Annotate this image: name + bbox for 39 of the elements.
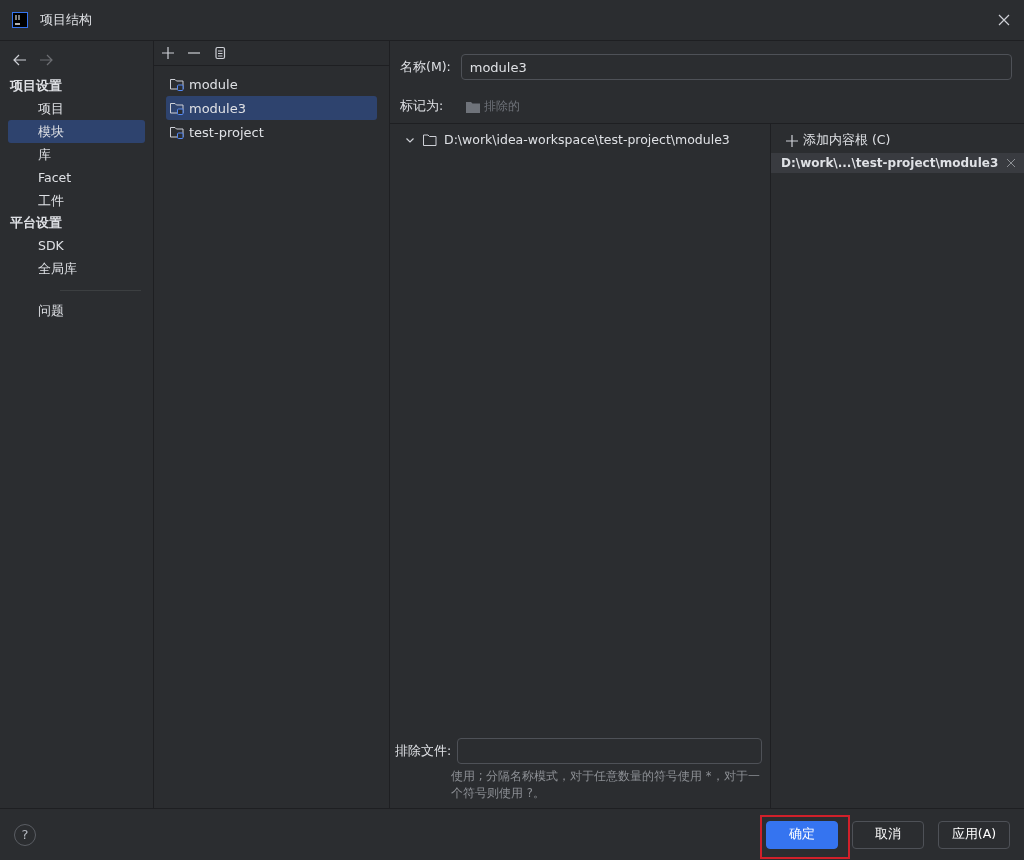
sidebar-item[interactable]: 问题 — [8, 299, 145, 322]
dialog-button[interactable]: 取消 — [852, 820, 924, 849]
dialog-button[interactable]: 应用(A) — [938, 820, 1010, 849]
content-root-row[interactable]: D:\work\...\test-project\module3 — [771, 153, 1024, 173]
ok-button[interactable]: 确定 — [766, 820, 838, 849]
sidebar-item[interactable]: 全局库 — [8, 257, 145, 280]
window-title: 项目结构 — [40, 11, 92, 29]
exclude-field[interactable] — [457, 738, 762, 764]
copy-icon[interactable] — [212, 45, 228, 61]
add-icon[interactable] — [160, 45, 176, 61]
add-content-root-button[interactable]: 添加内容根 (C) — [771, 124, 1024, 153]
section-title: 项目设置 — [9, 77, 63, 95]
name-label: 名称(M): — [400, 58, 451, 76]
tree-node[interactable]: D:\work\idea-workspace\test-project\module3 — [390, 124, 770, 155]
sidebar-item[interactable]: Facet — [8, 166, 145, 189]
content-root-path: D:\work\...\test-project\module3 — [781, 156, 999, 170]
folder-icon — [422, 132, 438, 147]
app-logo-icon — [12, 12, 28, 28]
module-folder-icon — [169, 76, 185, 92]
close-icon[interactable] — [996, 12, 1012, 28]
add-icon — [785, 133, 799, 148]
sidebar-item[interactable]: 库 — [8, 143, 145, 166]
sidebar-item[interactable]: 模块 — [8, 120, 145, 143]
sidebar-item[interactable]: SDK — [8, 234, 145, 257]
tree-path: D:\work\idea-workspace\test-project\module3 — [444, 132, 730, 147]
exclude-label: 排除文件: — [395, 742, 452, 760]
back-arrow-icon[interactable] — [12, 52, 28, 68]
folder-icon — [465, 99, 482, 114]
module-folder-icon — [169, 124, 185, 140]
mark-as-label: 标记为: — [400, 98, 444, 115]
sidebar-item[interactable]: 项目 — [8, 97, 145, 120]
module-item[interactable]: test-project — [166, 120, 377, 144]
name-field[interactable]: module3 — [460, 54, 1012, 80]
hint-text: 使用 ; 分隔名称模式，对于任意数量的符号使用 *，对于一个符号则使用 ?。 — [450, 768, 761, 802]
module-item[interactable]: module3 — [166, 96, 377, 120]
module-folder-icon — [169, 100, 185, 116]
module-item[interactable]: module — [166, 72, 377, 96]
sidebar-item[interactable]: 工件 — [8, 189, 145, 212]
section-title: 平台设置 — [9, 214, 63, 232]
